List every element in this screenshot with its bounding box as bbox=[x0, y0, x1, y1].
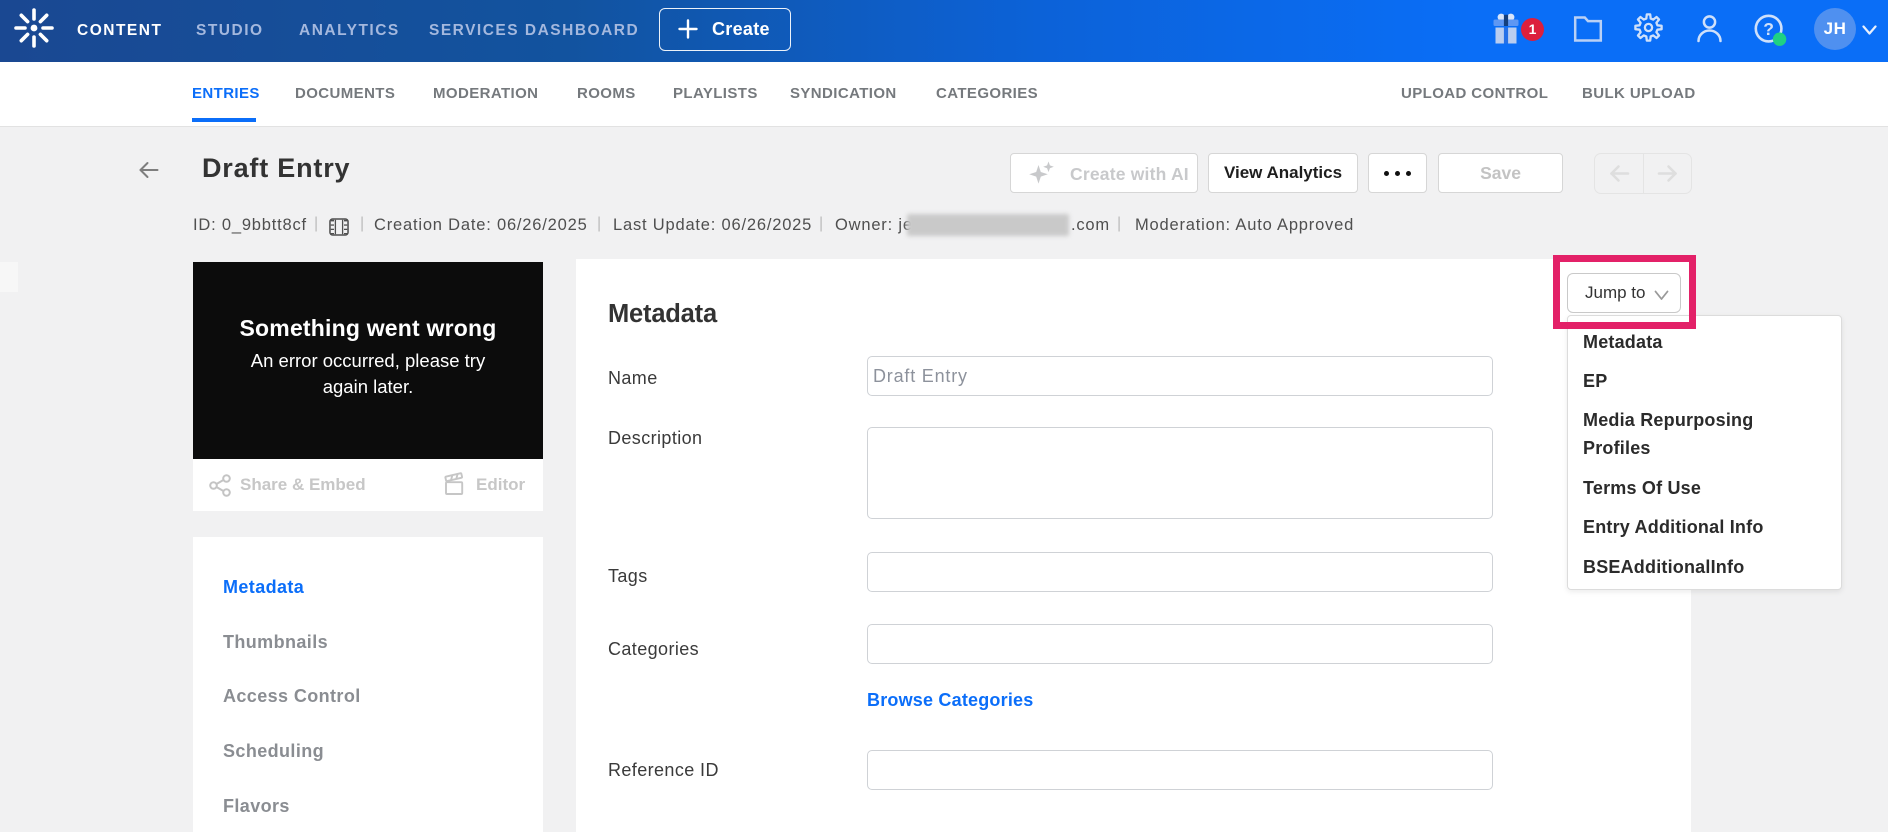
svg-text:?: ? bbox=[1763, 19, 1774, 39]
